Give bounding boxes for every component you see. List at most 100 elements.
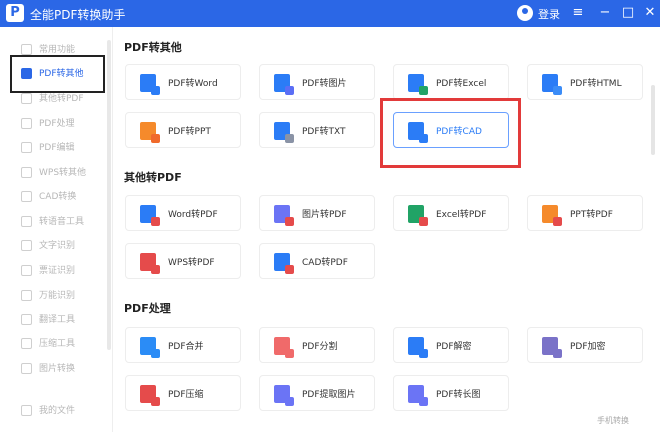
ppt-icon xyxy=(542,205,562,226)
card-label: PPT转PDF xyxy=(570,210,613,220)
sidebar-item-voice[interactable]: 转语音工具 xyxy=(18,213,108,231)
login-link[interactable]: 登录 xyxy=(538,6,560,22)
user-avatar-icon[interactable] xyxy=(517,5,533,21)
main-scrollbar[interactable] xyxy=(651,85,655,155)
voice-icon xyxy=(21,216,32,227)
card-label: PDF转Word xyxy=(168,79,218,89)
sidebar-item-ocr[interactable]: 文字识别 xyxy=(18,237,108,255)
card-pdf-to-ppt[interactable]: PDF转PPT xyxy=(125,112,241,148)
sidebar-item-label: 翻译工具 xyxy=(39,315,76,325)
sidebar-item-translate[interactable]: 翻译工具 xyxy=(18,311,108,329)
app-title: 全能PDF转换助手 xyxy=(30,8,126,22)
sidebar-item-label: 转语音工具 xyxy=(39,217,85,227)
sidebar-item-my-files[interactable]: 我的文件 xyxy=(18,402,108,420)
close-icon[interactable]: ✕ xyxy=(640,3,660,23)
zip-icon xyxy=(140,385,160,406)
card-label: PDF分割 xyxy=(302,342,338,352)
card-pdf-to-word[interactable]: PDF转Word xyxy=(125,64,241,100)
card-image-to-pdf[interactable]: 图片转PDF xyxy=(259,195,375,231)
card-label: Excel转PDF xyxy=(436,210,487,220)
sidebar-item-label: 我的文件 xyxy=(39,406,76,416)
section-title-pdf-process: PDF处理 xyxy=(124,302,171,315)
sidebar-item-label: WPS转其他 xyxy=(39,168,87,178)
title-bar: P 全能PDF转换助手 登录 ≡ − □ ✕ xyxy=(0,0,660,27)
card-label: PDF转图片 xyxy=(302,79,347,89)
sidebar-item-label: 压缩工具 xyxy=(39,339,76,349)
menu-icon[interactable]: ≡ xyxy=(568,3,588,23)
card-pdf-to-html[interactable]: PDF转HTML xyxy=(527,64,643,100)
long-image-icon xyxy=(408,385,428,406)
card-label: PDF加密 xyxy=(570,342,606,352)
cad-icon xyxy=(274,253,294,274)
sidebar-item-wps[interactable]: WPS转其他 xyxy=(18,164,108,182)
sidebar-item-label: 文字识别 xyxy=(39,241,76,251)
cad-icon xyxy=(21,191,32,202)
card-excel-to-pdf[interactable]: Excel转PDF xyxy=(393,195,509,231)
card-pdf-extract-images[interactable]: PDF提取图片 xyxy=(259,375,375,411)
sidebar-item-pdf-edit[interactable]: PDF编辑 xyxy=(18,139,108,157)
card-pdf-merge[interactable]: PDF合并 xyxy=(125,327,241,363)
html-icon xyxy=(542,74,562,95)
sidebar-item-label: PDF编辑 xyxy=(39,143,75,153)
card-pdf-decrypt[interactable]: PDF解密 xyxy=(393,327,509,363)
card-label: PDF合并 xyxy=(168,342,204,352)
scan-icon xyxy=(21,290,32,301)
card-label: PDF转长图 xyxy=(436,390,481,400)
sidebar-item-label: 图片转换 xyxy=(39,364,76,374)
card-wps-to-pdf[interactable]: WPS转PDF xyxy=(125,243,241,279)
sidebar-item-universal-ocr[interactable]: 万能识别 xyxy=(18,287,108,305)
wps-icon xyxy=(140,253,160,274)
card-label: PDF转PPT xyxy=(168,127,211,137)
maximize-icon[interactable]: □ xyxy=(618,3,638,23)
excel-icon xyxy=(408,205,428,226)
card-pdf-to-long-image[interactable]: PDF转长图 xyxy=(393,375,509,411)
sidebar-item-compress[interactable]: 压缩工具 xyxy=(18,335,108,353)
image-icon xyxy=(21,363,32,374)
sidebar-item-cad[interactable]: CAD转换 xyxy=(18,188,108,206)
word-icon xyxy=(140,205,160,226)
sidebar-item-ticket[interactable]: 票证识别 xyxy=(18,262,108,280)
txt-icon xyxy=(274,122,294,143)
folder-icon xyxy=(21,405,32,416)
image-icon xyxy=(274,74,294,95)
minimize-icon[interactable]: − xyxy=(595,3,615,23)
card-pdf-to-excel[interactable]: PDF转Excel xyxy=(393,64,509,100)
ppt-icon xyxy=(140,122,160,143)
image-icon xyxy=(274,205,294,226)
card-label: PDF转TXT xyxy=(302,127,346,137)
card-label: PDF转HTML xyxy=(570,79,622,89)
card-pdf-split[interactable]: PDF分割 xyxy=(259,327,375,363)
card-ppt-to-pdf[interactable]: PPT转PDF xyxy=(527,195,643,231)
merge-icon xyxy=(140,337,160,358)
edit-icon xyxy=(21,142,32,153)
sidebar-item-pdf-process[interactable]: PDF处理 xyxy=(18,115,108,133)
card-label: WPS转PDF xyxy=(168,258,215,268)
sidebar-item-label: PDF处理 xyxy=(39,119,75,129)
excel-icon xyxy=(408,74,428,95)
process-icon xyxy=(21,118,32,129)
card-label: PDF压缩 xyxy=(168,390,204,400)
sidebar-scrollbar[interactable] xyxy=(107,40,111,350)
card-pdf-compress[interactable]: PDF压缩 xyxy=(125,375,241,411)
card-pdf-encrypt[interactable]: PDF加密 xyxy=(527,327,643,363)
card-label: Word转PDF xyxy=(168,210,218,220)
section-title-other-to-pdf: 其他转PDF xyxy=(124,171,182,184)
split-icon xyxy=(274,337,294,358)
sidebar-item-label: CAD转换 xyxy=(39,192,77,202)
convert-icon xyxy=(21,93,32,104)
card-pdf-to-image[interactable]: PDF转图片 xyxy=(259,64,375,100)
card-label: PDF提取图片 xyxy=(302,390,356,400)
card-label: PDF转Excel xyxy=(436,79,487,89)
card-label: 图片转PDF xyxy=(302,210,347,220)
compress-icon xyxy=(21,338,32,349)
image-icon xyxy=(274,385,294,406)
card-word-to-pdf[interactable]: Word转PDF xyxy=(125,195,241,231)
card-cad-to-pdf[interactable]: CAD转PDF xyxy=(259,243,375,279)
ocr-icon xyxy=(21,240,32,251)
card-pdf-to-txt[interactable]: PDF转TXT xyxy=(259,112,375,148)
wps-icon xyxy=(21,167,32,178)
sidebar-item-image[interactable]: 图片转换 xyxy=(18,360,108,378)
highlight-box xyxy=(380,98,521,168)
mobile-convert-link[interactable]: 手机转换 xyxy=(597,415,629,426)
ticket-icon xyxy=(21,265,32,276)
